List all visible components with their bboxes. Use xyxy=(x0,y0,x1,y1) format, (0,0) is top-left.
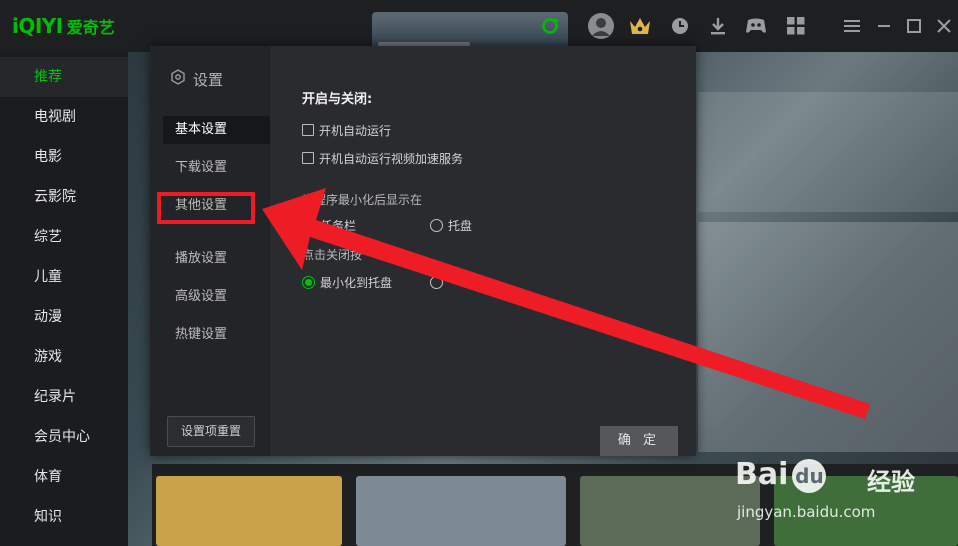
paw-icon: du xyxy=(792,458,827,493)
watermark-brand: Bai du xyxy=(735,457,827,493)
watermark-url: jingyan.baidu.com xyxy=(737,503,876,521)
watermark-cn: 经验 xyxy=(867,468,915,496)
baidu-watermark: Bai du 经验 jingyan.baidu.com xyxy=(735,447,955,527)
